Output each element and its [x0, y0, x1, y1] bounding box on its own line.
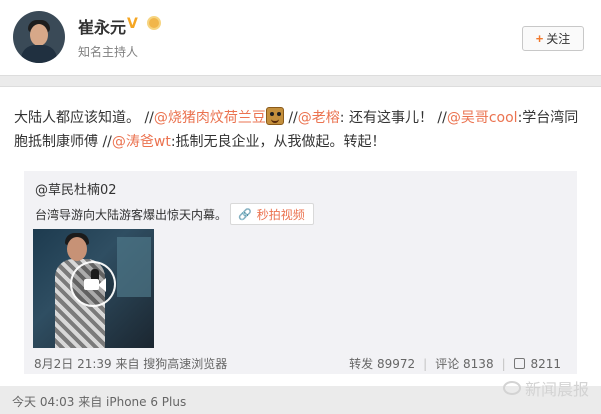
camera-lens	[98, 278, 106, 292]
avatar-face	[30, 24, 48, 46]
link-icon: 🔗	[238, 207, 252, 221]
verified-badge-icon: V	[127, 16, 138, 32]
watermark: 新闻晨报	[502, 376, 589, 400]
post-card: 大陆人都应该知道。 //@烧猪肉炆荷兰豆 //@老榕: 还有这事儿！ //@吴哥…	[0, 86, 601, 399]
follow-button[interactable]: + 关注	[522, 26, 584, 51]
mention-link[interactable]: @老榕	[298, 110, 340, 126]
video-person-head	[67, 237, 87, 261]
original-text: 台湾导游向大陆游客爆出惊天内幕。	[35, 208, 228, 222]
emoji-icon	[265, 107, 284, 125]
original-stats: 转发 89972 | 评论 8138 | 8211	[341, 355, 569, 372]
avatar[interactable]	[13, 11, 65, 63]
post-segment-3: : 还有这事儿！ //	[339, 110, 447, 126]
wechat-icon	[502, 381, 521, 395]
user-description: 知名主持人	[78, 45, 139, 59]
mention-link[interactable]: @烧猪肉炆荷兰豆	[154, 110, 266, 126]
mention-link[interactable]: @吴哥cool	[447, 110, 518, 126]
camera-body	[84, 279, 99, 290]
video-window	[117, 237, 151, 297]
follow-label: 关注	[546, 32, 571, 46]
video-link-label: 秒拍视频	[256, 207, 305, 222]
comment-count[interactable]: 评论 8138	[427, 355, 501, 372]
mention-link[interactable]: @涛爸wt	[112, 134, 171, 150]
watermark-text: 新闻晨报	[524, 380, 589, 399]
avatar-suit	[21, 45, 57, 63]
like-icon	[513, 357, 525, 369]
video-camera-icon[interactable]	[70, 261, 116, 307]
post-segment-2: //	[283, 110, 298, 126]
like-count-wrapper[interactable]: 8211	[506, 357, 569, 371]
plus-icon: +	[535, 31, 544, 46]
post-segment-5: :抵制无良企业，从我做起。转起！	[170, 134, 386, 150]
post-meta: 今天 04:03 来自 iPhone 6 Plus	[12, 395, 187, 409]
post-segment-1: 大陆人都应该知道。 //	[14, 110, 154, 126]
medal-icon	[147, 16, 161, 30]
user-name[interactable]: 崔永元	[78, 14, 126, 38]
video-thumbnail[interactable]	[33, 229, 154, 348]
post-text: 大陆人都应该知道。 //@烧猪肉炆荷兰豆 //@老榕: 还有这事儿！ //@吴哥…	[14, 106, 592, 154]
profile-card: 崔永元 V 知名主持人 + 关注	[0, 0, 601, 76]
video-link[interactable]: 🔗 秒拍视频	[230, 203, 314, 225]
original-author[interactable]: @草民杜楠02	[35, 179, 117, 198]
repost-box: @草民杜楠02 台湾导游向大陆游客爆出惊天内幕。 🔗 秒拍视频 8月2日 21:…	[24, 171, 577, 374]
forward-count[interactable]: 转发 89972	[341, 355, 423, 372]
original-meta: 8月2日 21:39 来自 搜狗高速浏览器	[34, 357, 228, 371]
like-count: 8211	[530, 356, 561, 371]
